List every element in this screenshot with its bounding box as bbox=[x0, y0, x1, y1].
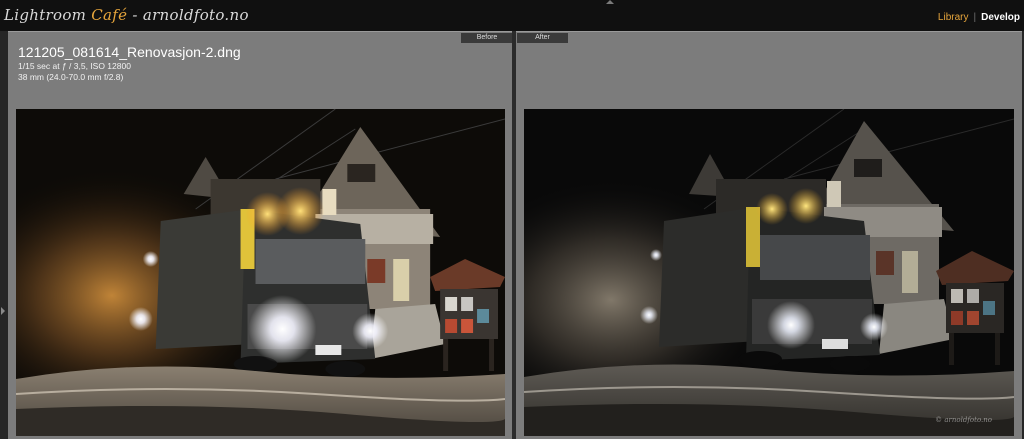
brand-prefix: Lightroom bbox=[4, 6, 92, 24]
brand-highlight: Café bbox=[91, 6, 128, 24]
photo-info-overlay: 121205_081614_Renovasjon-2.dng 1/15 sec … bbox=[18, 43, 241, 83]
after-label: After bbox=[517, 33, 568, 43]
after-photo-image bbox=[524, 109, 1014, 436]
left-panel-edge[interactable] bbox=[0, 31, 8, 439]
before-label: Before bbox=[461, 33, 513, 43]
before-photo[interactable] bbox=[16, 109, 505, 436]
module-separator: | bbox=[973, 12, 977, 23]
before-photo-image bbox=[16, 109, 505, 436]
triangle-right-icon[interactable] bbox=[1, 307, 5, 315]
after-photo[interactable]: © arnoldfoto.no bbox=[524, 109, 1014, 436]
top-bar: Lightroom Café - arnoldfoto.no Library | D… bbox=[0, 0, 1024, 31]
after-pane: After © arnoldfoto.no bbox=[516, 31, 1022, 439]
photo-filename: 121205_081614_Renovasjon-2.dng bbox=[18, 44, 241, 60]
module-picker: Library | Develop bbox=[938, 12, 1020, 23]
photo-exposure: 1/15 sec at ƒ / 3,5, ISO 12800 bbox=[18, 61, 131, 71]
photo-lens: 38 mm (24.0-70.0 mm f/2.8) bbox=[18, 72, 124, 82]
module-library-link[interactable]: Library bbox=[938, 12, 969, 23]
identity-plate: Lightroom Café - arnoldfoto.no bbox=[4, 6, 249, 24]
brand-suffix: - arnoldfoto.no bbox=[127, 6, 249, 24]
before-pane: Before 121205_081614_Renovasjon-2.dng 1/… bbox=[8, 31, 513, 439]
triangle-up-icon[interactable] bbox=[606, 0, 614, 4]
photo-watermark: © arnoldfoto.no bbox=[935, 416, 992, 424]
module-develop-link[interactable]: Develop bbox=[981, 12, 1020, 23]
